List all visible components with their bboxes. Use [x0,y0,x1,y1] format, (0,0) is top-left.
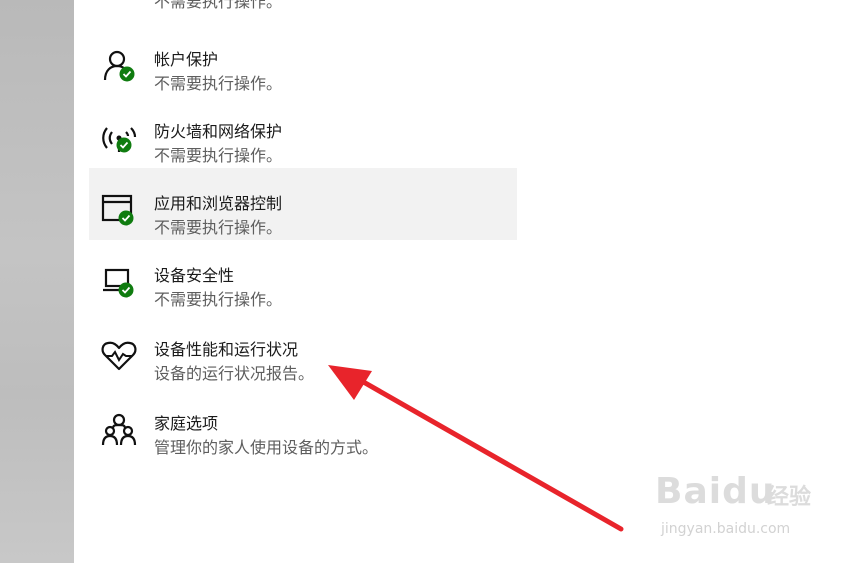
watermark-logo: Baidu [655,471,776,512]
baidu-watermark: Baidu 经验 jingyan.baidu.com [655,465,825,545]
watermark-suffix: 经验 [767,485,812,510]
watermark-url: jingyan.baidu.com [661,521,791,537]
